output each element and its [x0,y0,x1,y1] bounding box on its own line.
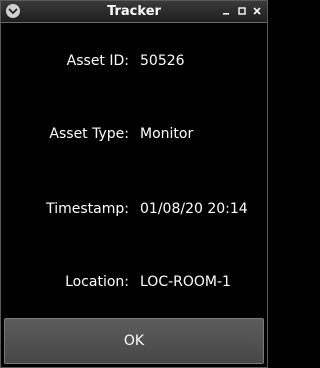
asset-type-row: Asset Type: Monitor [1,125,267,143]
maximize-button[interactable] [236,5,248,17]
asset-type-value: Monitor [140,126,194,142]
minimize-icon [223,13,229,15]
asset-id-label: Asset ID: [66,53,129,69]
asset-id-row: Asset ID: 50526 [1,52,267,70]
asset-id-value: 50526 [140,53,185,69]
location-row: Location: LOC-ROOM-1 [1,273,267,291]
close-button[interactable] [251,5,263,17]
minimize-button[interactable] [220,5,232,17]
timestamp-value: 01/08/20 20:14 [140,201,248,217]
asset-type-label: Asset Type: [49,126,129,142]
maximize-icon [238,7,246,15]
location-value: LOC-ROOM-1 [140,274,231,290]
timestamp-row: Timestamp: 01/08/20 20:14 [1,200,267,218]
location-label: Location: [65,274,129,290]
timestamp-label: Timestamp: [46,201,129,217]
tracker-window: Tracker Asset ID: 50526 Asset Type: Moni… [0,0,268,368]
ok-button[interactable]: OK [4,318,264,364]
title-bar[interactable]: Tracker [1,1,267,23]
close-icon [253,7,261,15]
